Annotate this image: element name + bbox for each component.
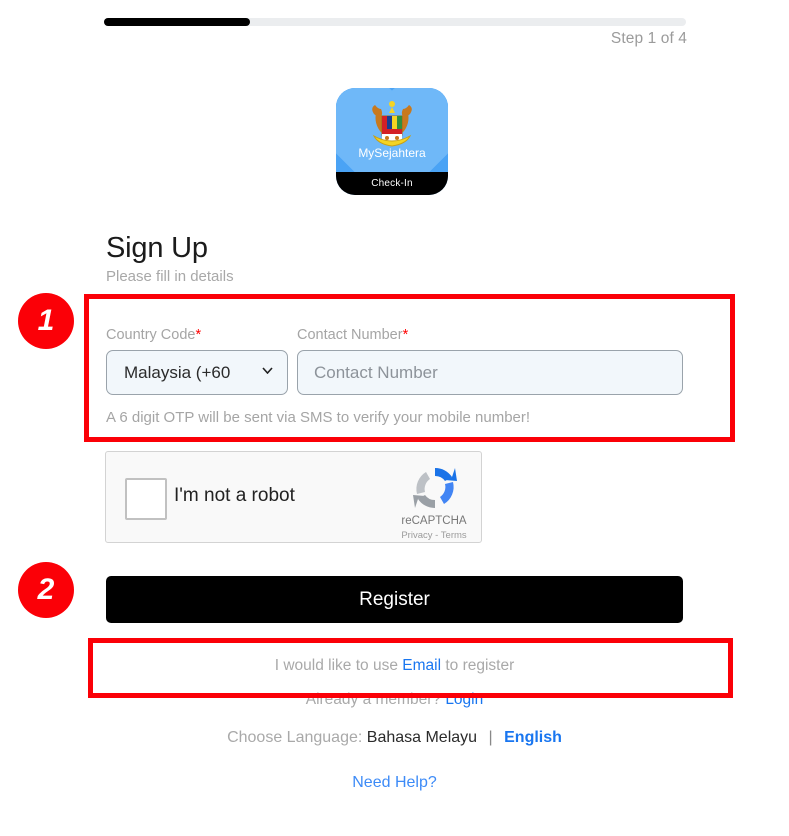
- recaptcha-widget[interactable]: I'm not a robot reCAPTCHA Privacy - Term…: [105, 451, 482, 543]
- recaptcha-terms-link[interactable]: Terms: [441, 530, 467, 541]
- existing-member-prefix: Already a member?: [305, 691, 441, 708]
- malaysia-coat-of-arms-icon: [372, 101, 412, 147]
- annotation-badge-2: 2: [18, 562, 74, 618]
- recaptcha-checkbox[interactable]: [125, 478, 167, 520]
- recaptcha-logo-icon: [413, 467, 457, 509]
- language-divider: |: [488, 729, 493, 746]
- alt-register-line: I would like to use Email to register: [0, 657, 789, 675]
- country-code-label: Country Code*: [106, 327, 201, 343]
- page-title: Sign Up: [106, 232, 208, 264]
- contact-number-label-text: Contact Number: [297, 327, 403, 343]
- recaptcha-privacy-link[interactable]: Privacy: [401, 530, 432, 541]
- contact-number-input[interactable]: [297, 350, 683, 395]
- signup-progress-bar: [104, 18, 686, 26]
- login-link[interactable]: Login: [445, 691, 483, 708]
- progress-fill: [104, 18, 250, 26]
- contact-number-label: Contact Number*: [297, 327, 408, 343]
- language-prefix: Choose Language:: [227, 729, 363, 746]
- logo-top-panel: MySejahtera: [336, 88, 448, 172]
- recaptcha-link-separator: -: [435, 530, 439, 541]
- required-asterisk: *: [195, 327, 202, 343]
- required-asterisk: *: [402, 327, 409, 343]
- language-option-malay[interactable]: Bahasa Melayu: [367, 729, 477, 746]
- recaptcha-footer-links[interactable]: Privacy - Terms: [398, 530, 470, 541]
- annotation-badge-1: 1: [18, 293, 74, 349]
- logo-app-name: MySejahtera: [358, 146, 426, 160]
- email-register-link[interactable]: Email: [402, 657, 441, 674]
- alt-register-suffix: to register: [445, 657, 515, 674]
- recaptcha-label: I'm not a robot: [174, 485, 295, 506]
- need-help-link[interactable]: Need Help?: [0, 774, 789, 792]
- page-subtitle: Please fill in details: [106, 268, 234, 285]
- register-button[interactable]: Register: [106, 576, 683, 623]
- country-code-label-text: Country Code: [106, 327, 196, 343]
- alt-register-prefix: I would like to use: [274, 657, 398, 674]
- otp-hint-text: A 6 digit OTP will be sent via SMS to ve…: [106, 409, 531, 426]
- logo-checkin-badge: Check-In: [336, 172, 448, 195]
- step-indicator-label: Step 1 of 4: [610, 30, 687, 47]
- language-option-english[interactable]: English: [504, 729, 562, 746]
- recaptcha-brand-label: reCAPTCHA: [401, 515, 467, 527]
- existing-member-line: Already a member? Login: [0, 691, 789, 709]
- language-selector: Choose Language: Bahasa Melayu | English: [0, 729, 789, 747]
- country-code-select[interactable]: Malaysia (+60: [106, 350, 288, 395]
- mysejahtera-app-logo: MySejahtera Check-In: [336, 88, 448, 195]
